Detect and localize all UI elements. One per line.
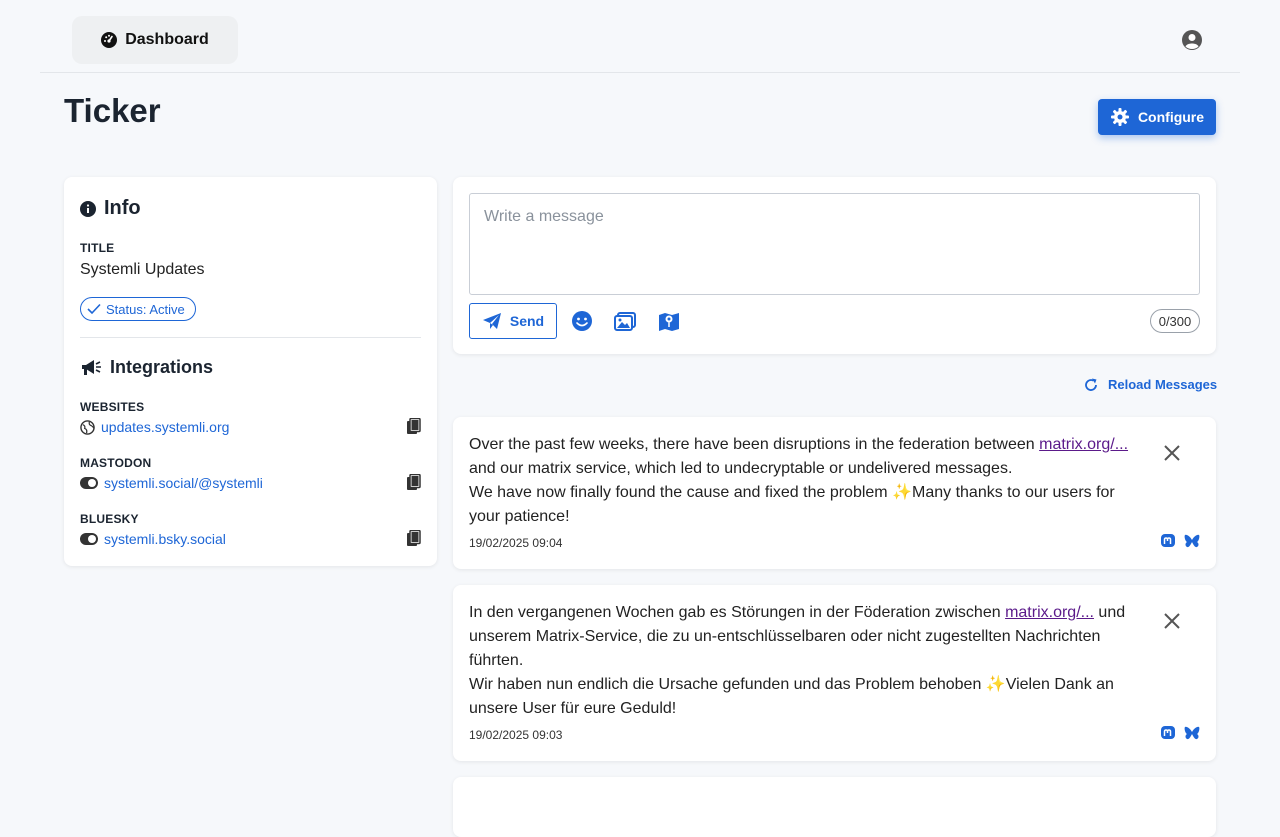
websites-label: WEBSITES bbox=[80, 400, 145, 414]
message-text: Over the past few weeks, there have been… bbox=[469, 433, 1129, 529]
reload-label: Reload Messages bbox=[1108, 377, 1218, 392]
nav-dashboard-button[interactable]: Dashboard bbox=[72, 16, 238, 64]
mastodon-link[interactable]: systemli.social/@systemli bbox=[104, 475, 263, 491]
network-icons bbox=[1160, 533, 1200, 549]
bluesky-icon bbox=[1184, 726, 1200, 740]
megaphone-icon bbox=[82, 359, 101, 375]
message-card: Over the past few weeks, there have been… bbox=[453, 417, 1216, 569]
integration-bluesky: systemli.bsky.social bbox=[80, 529, 422, 549]
message-timestamp: 19/02/2025 09:04 bbox=[469, 536, 563, 550]
mastodon-icon bbox=[1161, 726, 1175, 739]
copy-icon[interactable] bbox=[406, 530, 422, 548]
message-text-part: and our matrix service, which led to und… bbox=[469, 460, 1013, 477]
check-icon bbox=[87, 303, 101, 315]
message-text-part: Wir haben nun endlich die Ursache gefund… bbox=[469, 676, 1114, 717]
message-text-part: Over the past few weeks, there have been… bbox=[469, 436, 1040, 453]
divider bbox=[80, 337, 421, 338]
send-button[interactable]: Send bbox=[469, 303, 557, 339]
bluesky-icon bbox=[1184, 534, 1200, 548]
info-heading: Info bbox=[80, 197, 141, 220]
gear-icon bbox=[1110, 108, 1129, 126]
configure-button[interactable]: Configure bbox=[1098, 99, 1216, 135]
integrations-heading-text: Integrations bbox=[110, 357, 214, 377]
close-icon[interactable] bbox=[1162, 611, 1182, 631]
map-icon[interactable] bbox=[658, 310, 680, 332]
emoji-icon[interactable] bbox=[571, 310, 593, 332]
globe-icon bbox=[80, 419, 95, 435]
message-text: In den vergangenen Wochen gab es Störung… bbox=[469, 601, 1129, 721]
toggle-on-icon[interactable] bbox=[80, 533, 98, 545]
send-label: Send bbox=[509, 313, 545, 329]
websites-link[interactable]: updates.systemli.org bbox=[101, 419, 229, 435]
bluesky-link[interactable]: systemli.bsky.social bbox=[104, 531, 226, 547]
message-text-part: In den vergangenen Wochen gab es Störung… bbox=[469, 604, 1006, 621]
message-link[interactable]: matrix.org/... bbox=[1039, 436, 1128, 453]
toggle-on-icon[interactable] bbox=[80, 477, 98, 489]
page-title: Ticker bbox=[64, 92, 161, 129]
integration-mastodon: systemli.social/@systemli bbox=[80, 473, 422, 493]
image-upload-icon[interactable] bbox=[614, 310, 636, 332]
paper-plane-icon bbox=[482, 313, 501, 329]
message-text-part: We have now finally found the cause and … bbox=[469, 484, 1115, 525]
character-counter: 0/300 bbox=[1150, 309, 1200, 333]
mastodon-label: MASTODON bbox=[80, 456, 152, 470]
mastodon-icon bbox=[1161, 534, 1175, 547]
reload-messages-button[interactable]: Reload Messages bbox=[1084, 377, 1217, 392]
info-heading-text: Info bbox=[104, 197, 141, 219]
message-card: In den vergangenen Wochen gab es Störung… bbox=[453, 585, 1216, 761]
copy-icon[interactable] bbox=[406, 474, 422, 492]
title-value: Systemli Updates bbox=[80, 261, 205, 278]
integrations-heading: Integrations bbox=[80, 357, 213, 378]
info-icon bbox=[80, 200, 96, 217]
gauge-icon bbox=[101, 32, 118, 48]
network-icons bbox=[1160, 725, 1200, 741]
message-card bbox=[453, 777, 1216, 837]
status-badge: Status: Active bbox=[80, 297, 196, 321]
copy-icon[interactable] bbox=[406, 418, 422, 436]
configure-label: Configure bbox=[1137, 109, 1205, 125]
status-text: Status: Active bbox=[106, 301, 185, 317]
bluesky-label: BLUESKY bbox=[80, 512, 139, 526]
top-bar: Dashboard bbox=[40, 0, 1240, 73]
message-input[interactable] bbox=[469, 193, 1200, 295]
integration-websites: updates.systemli.org bbox=[80, 417, 422, 437]
title-label: TITLE bbox=[80, 241, 115, 255]
close-icon[interactable] bbox=[1162, 443, 1182, 463]
composer-card: Send 0/300 bbox=[453, 177, 1216, 354]
message-link[interactable]: matrix.org/... bbox=[1005, 604, 1094, 621]
refresh-icon bbox=[1085, 378, 1097, 391]
info-card: Info TITLE Systemli Updates Status: Acti… bbox=[64, 177, 437, 566]
user-account-icon[interactable] bbox=[1181, 29, 1203, 51]
message-timestamp: 19/02/2025 09:03 bbox=[469, 728, 563, 742]
nav-dashboard-label: Dashboard bbox=[125, 31, 209, 48]
